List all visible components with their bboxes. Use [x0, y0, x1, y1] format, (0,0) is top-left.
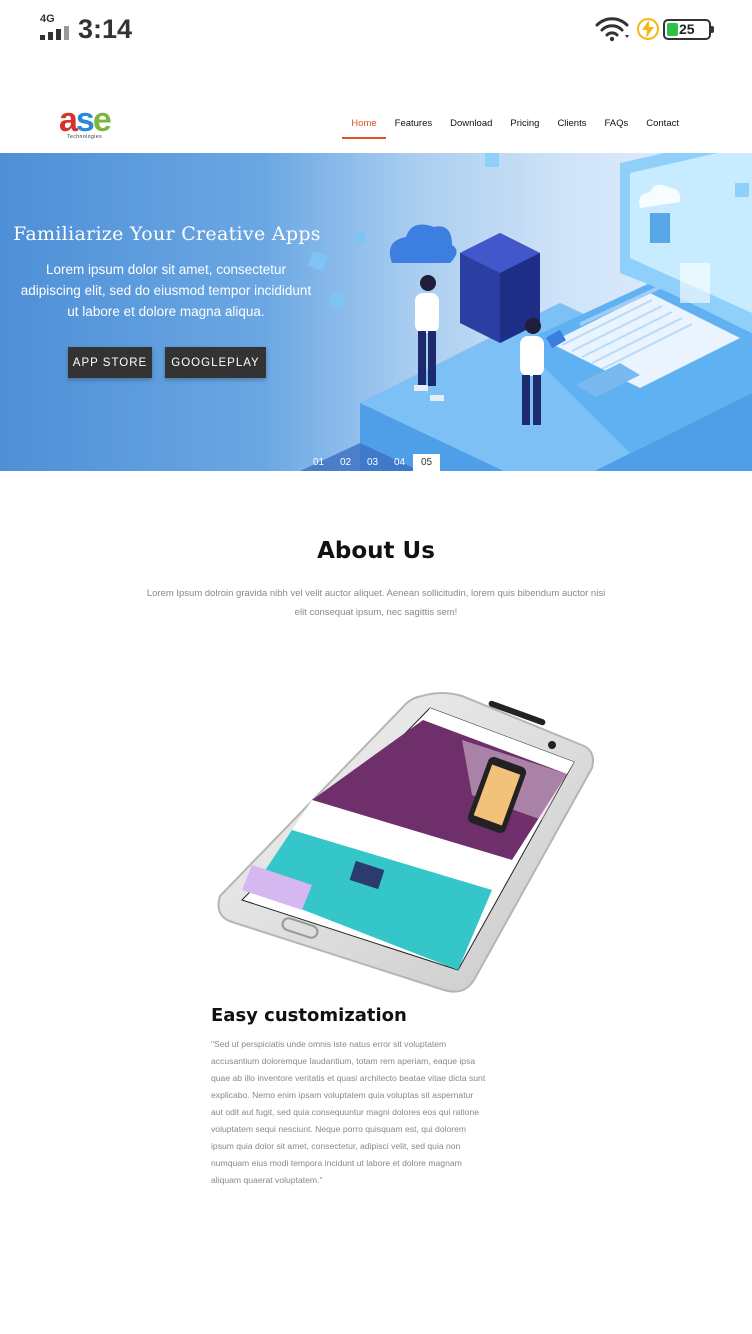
google-play-button[interactable]: GOOGLEPLAY	[165, 347, 266, 378]
feature-title: Easy customization	[211, 1005, 407, 1026]
status-time: 3:14	[78, 14, 133, 44]
nav-clients[interactable]: Clients	[548, 116, 595, 139]
nav-features[interactable]: Features	[386, 116, 442, 139]
slide-01[interactable]: 01	[305, 454, 332, 471]
about-text: Lorem Ipsum dolroin gravida nibh vel vel…	[146, 588, 606, 618]
hero-title: Familiarize Your Creative Apps	[13, 223, 321, 245]
status-bar: 4G 3:14 25	[0, 0, 752, 60]
hero-slider: Familiarize Your Creative Apps Lorem ips…	[0, 153, 752, 471]
about-title: About Us	[317, 538, 435, 564]
hero-text: Lorem ipsum dolor sit amet, consectetur …	[20, 262, 312, 319]
slide-03[interactable]: 03	[359, 454, 386, 471]
slide-05[interactable]: 05	[413, 454, 440, 471]
battery-level: 25	[679, 21, 695, 37]
nav-contact[interactable]: Contact	[637, 116, 688, 139]
feature-text: "Sed ut perspiciatis unde omnis iste nat…	[211, 1039, 486, 1185]
network-type: 4G	[40, 13, 55, 25]
nav-home[interactable]: Home	[342, 116, 386, 139]
wifi-icon	[595, 17, 629, 42]
logo-subtitle: Technologies	[67, 134, 103, 140]
slide-pagination: 01 02 03 04 05	[305, 454, 440, 471]
main-nav: Home Features Download Pricing Clients F…	[342, 116, 688, 139]
battery-icon: 25	[663, 19, 714, 40]
signal-icon	[40, 26, 70, 40]
logo[interactable]: ase Technologies	[59, 101, 119, 146]
charging-bolt-icon	[637, 18, 659, 40]
site-header: ase Technologies Home Features Download …	[0, 98, 752, 153]
nav-download[interactable]: Download	[441, 116, 501, 139]
slide-04[interactable]: 04	[386, 454, 413, 471]
nav-pricing[interactable]: Pricing	[501, 116, 548, 139]
logo-letters: ase	[59, 101, 112, 139]
nav-faqs[interactable]: FAQs	[595, 116, 637, 139]
app-store-button[interactable]: APP STORE	[68, 347, 152, 378]
hero-illustration	[300, 153, 752, 471]
phone-mockup-image	[217, 692, 594, 993]
slide-02[interactable]: 02	[332, 454, 359, 471]
